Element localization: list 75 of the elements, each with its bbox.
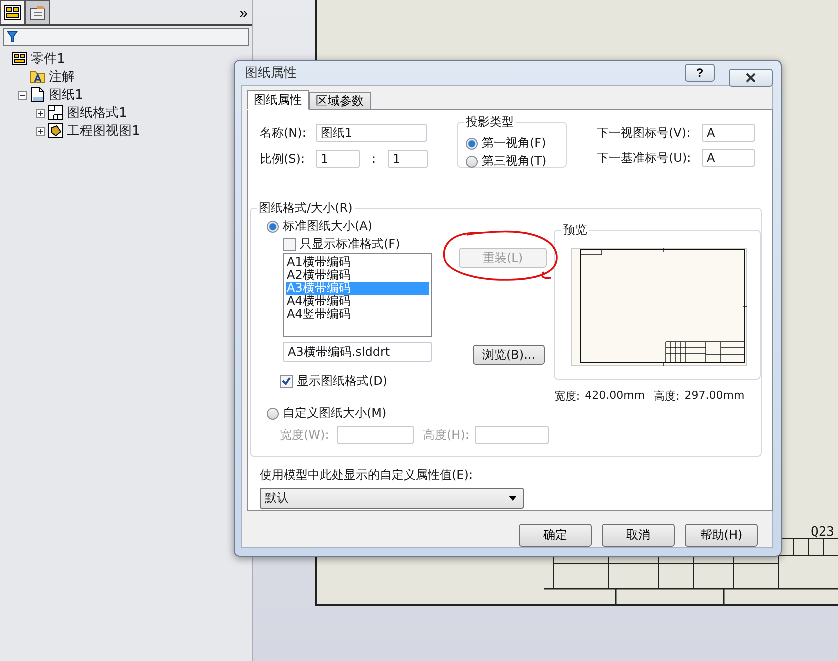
browse-button[interactable]: 浏览(B)... [473, 345, 545, 365]
dialog-button[interactable]: 取消 [602, 524, 675, 547]
width-label: 宽度(W): [280, 426, 330, 444]
radio-label[interactable]: 第一视角(F) [482, 135, 546, 152]
height-label: 高度: [654, 389, 680, 404]
tree-item-label[interactable]: 图纸1 [49, 86, 84, 104]
format-list[interactable]: A1横带编码 A2横带编码 A3横带编码 A4横带编码 A4竖带编码 [283, 253, 432, 337]
name-label: 名称(N): [260, 124, 308, 142]
plus-icon [37, 128, 44, 134]
panel-tab[interactable] [0, 0, 25, 24]
title-block-text: Q23 [811, 525, 834, 540]
custom-property-dropdown[interactable]: 默认 [260, 488, 524, 509]
tree-item-label[interactable]: 注解 [49, 68, 75, 86]
plus-icon [37, 110, 44, 116]
dialog-tab[interactable]: 区域参数 [309, 92, 371, 109]
dialog-button[interactable]: 确定 [519, 524, 592, 547]
scale-field[interactable]: 1 [316, 150, 360, 168]
group-title: 图纸格式/大小(R) [257, 200, 355, 217]
dialog-tab[interactable]: 图纸属性 [247, 90, 309, 110]
list-item[interactable]: A1横带编码 [286, 256, 429, 269]
tree-item-label[interactable]: 零件1 [31, 50, 66, 68]
height-field[interactable] [475, 426, 549, 444]
checkbox-label[interactable]: 显示图纸格式(D) [297, 373, 388, 390]
tree-view-icon [4, 4, 22, 20]
group-title: 预览 [561, 222, 590, 239]
radio-button[interactable] [466, 156, 478, 168]
drawing-view-icon [48, 123, 64, 139]
radio-button[interactable] [466, 138, 478, 150]
group-title: 投影类型 [464, 114, 516, 131]
property-sheet-icon [28, 4, 46, 20]
close-button[interactable] [729, 69, 773, 87]
tree-item-label[interactable]: 图纸格式1 [67, 104, 128, 122]
tree-item-label[interactable]: 工程图视图1 [67, 122, 140, 140]
list-item[interactable]: A4竖带编码 [286, 308, 429, 321]
filter-bar[interactable] [3, 28, 249, 46]
expand-panel-button[interactable]: » [240, 4, 248, 24]
next-view-label: 下一视图标号(V): [597, 124, 692, 142]
panel-tab[interactable] [25, 0, 50, 24]
radio-label[interactable]: 第三视角(T) [482, 153, 547, 170]
checkbox-label[interactable]: 只显示标准格式(F) [300, 236, 400, 253]
file-field[interactable]: A3横带编码.slddrt [283, 342, 432, 362]
next-view-field[interactable]: A [702, 124, 755, 142]
checkbox[interactable] [283, 238, 296, 251]
filter-icon [7, 31, 18, 43]
expand-toggle[interactable] [36, 108, 45, 118]
width-value: 420.00mm [585, 389, 646, 404]
folder-icon [30, 70, 46, 84]
help-button[interactable]: ? [685, 64, 715, 82]
expand-toggle[interactable] [36, 126, 45, 136]
scale-label: 比例(S): [260, 150, 306, 168]
height-label: 高度(H): [422, 426, 470, 444]
height-value: 297.00mm [684, 389, 745, 404]
collapse-toggle[interactable] [18, 90, 27, 100]
sheet-icon [30, 87, 46, 103]
sheet-format-icon [48, 105, 64, 121]
assembly-icon [12, 52, 28, 66]
scale-separator: : [370, 152, 378, 166]
width-label: 宽度: [554, 389, 580, 404]
width-field[interactable] [337, 426, 414, 444]
next-datum-field[interactable]: A [702, 149, 755, 167]
radio-label[interactable]: 自定义图纸大小(M) [283, 405, 387, 422]
radio-button[interactable] [267, 220, 279, 232]
next-datum-label: 下一基准标号(U): [597, 150, 692, 166]
radio-label[interactable]: 标准图纸大小(A) [283, 218, 373, 235]
dialog-title: 图纸属性 [245, 65, 297, 82]
name-field[interactable]: 图纸1 [316, 124, 427, 142]
dialog-button[interactable]: 帮助(H) [685, 524, 758, 547]
list-item[interactable]: A2横带编码 [286, 269, 429, 282]
radio-button[interactable] [267, 408, 279, 420]
dropdown-arrow-icon [509, 496, 517, 501]
checkbox[interactable] [280, 375, 293, 388]
close-icon [746, 73, 756, 83]
scale-field[interactable]: 1 [388, 150, 428, 168]
list-item[interactable]: A4横带编码 [286, 295, 429, 308]
custom-property-label: 使用模型中此处显示的自定义属性值(E): [260, 467, 474, 484]
